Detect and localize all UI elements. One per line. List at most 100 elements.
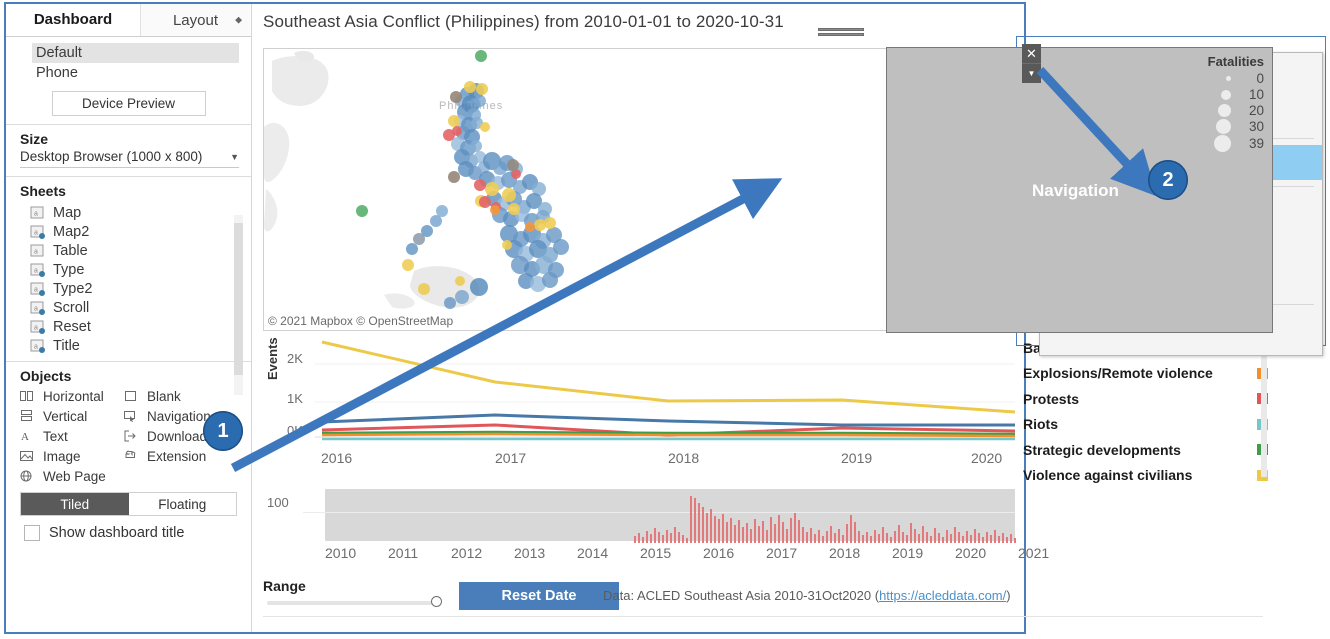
sheet-item-scroll[interactable]: a Scroll: [6, 298, 251, 317]
line-chart-xtick: 2016: [321, 450, 353, 466]
device-preview-button-label: Device Preview: [81, 96, 176, 111]
size-dot-icon: [1226, 76, 1231, 81]
object-item-text-label: Text: [43, 428, 68, 444]
fatalities-legend: Fatalities 0 10 20 30 39: [1208, 54, 1264, 153]
fatalities-legend-item[interactable]: 39: [1208, 135, 1264, 152]
legend-item-riots[interactable]: Riots: [1023, 412, 1268, 438]
sheets-scrollbar[interactable]: [234, 215, 243, 395]
worksheet-icon: a: [30, 206, 47, 220]
data-source-link[interactable]: https://acleddata.com/: [879, 588, 1006, 603]
tab-dashboard-label: Dashboard: [33, 10, 113, 28]
size-dot-icon: [1216, 119, 1231, 134]
range-chart-bars: [634, 496, 1016, 543]
svg-text:a: a: [34, 286, 38, 293]
range-chart-xtick: 2017: [766, 545, 798, 561]
range-chart-xtick: 2019: [892, 545, 924, 561]
show-dashboard-title-row[interactable]: Show dashboard title: [24, 525, 251, 541]
legend-scrollbar[interactable]: [1261, 337, 1267, 477]
line-chart-plot: [315, 340, 1015, 441]
sheets-scrollbar-thumb[interactable]: [234, 223, 243, 375]
legend-item-explosions-label: Explosions/Remote violence: [1023, 365, 1213, 382]
show-dashboard-title-checkbox[interactable]: [24, 525, 40, 541]
object-item-webpage-label: Web Page: [43, 468, 106, 484]
legend-item-strategic-developments[interactable]: Strategic developments: [1023, 437, 1268, 463]
sheet-item-map2-label: Map2: [53, 223, 90, 240]
sheet-item-type2[interactable]: a Type2: [6, 279, 251, 298]
sheets-section-title: Sheets: [20, 183, 66, 199]
fatalities-legend-item[interactable]: 30: [1208, 119, 1264, 134]
image-icon: [20, 450, 38, 462]
object-item-horizontal[interactable]: Horizontal: [20, 386, 124, 406]
svg-text:a: a: [34, 305, 38, 312]
legend-item-explosions[interactable]: Explosions/Remote violence: [1023, 361, 1268, 387]
objects-section-title: Objects: [20, 368, 72, 384]
vertical-container-icon: [20, 410, 38, 422]
object-item-vertical[interactable]: Vertical: [20, 406, 124, 426]
object-item-image[interactable]: Image: [20, 446, 124, 466]
close-icon[interactable]: ✕: [1022, 44, 1041, 63]
map-view[interactable]: Philippines: [263, 48, 888, 331]
sheet-item-type-label: Type: [53, 261, 85, 278]
fatalities-legend-item[interactable]: 20: [1208, 103, 1264, 118]
toggle-floating[interactable]: Floating: [128, 493, 236, 515]
svg-text:a: a: [34, 229, 38, 236]
size-dot-icon: [1221, 89, 1231, 100]
range-slider-knob[interactable]: [431, 596, 442, 607]
tab-dashboard[interactable]: Dashboard: [6, 4, 140, 36]
left-panel: Dashboard Layout ◆ Default Phone Device …: [6, 4, 252, 632]
sheet-item-table-label: Table: [53, 242, 88, 259]
line-chart-ytick: 1K: [287, 391, 303, 406]
drag-handle[interactable]: [818, 26, 864, 40]
device-preview-button[interactable]: Device Preview: [51, 91, 206, 116]
legend-item-protests[interactable]: Protests: [1023, 386, 1268, 412]
sheet-item-map2[interactable]: a Map2: [6, 222, 251, 241]
events-line-chart[interactable]: Events 0K 1K 2K 2016 2017 2018 2019 2020: [263, 334, 1023, 486]
map-canvas: Philippines: [264, 49, 887, 330]
chevron-down-icon[interactable]: ▼: [1022, 63, 1041, 83]
toggle-tiled-label: Tiled: [60, 496, 90, 512]
updown-spinner-icon: ◆: [235, 14, 242, 25]
legend-item-violence-against-civilians-label: Violence against civilians: [1023, 467, 1193, 484]
device-item-phone[interactable]: Phone: [6, 63, 251, 83]
dashboard-canvas: Southeast Asia Conflict (Philippines) fr…: [253, 4, 1273, 632]
range-slider-label: Range: [263, 578, 306, 594]
sheet-item-reset[interactable]: a Reset: [6, 317, 251, 336]
range-slider-track[interactable]: [267, 601, 439, 605]
fatalities-legend-item[interactable]: 0: [1208, 71, 1264, 86]
navigation-object[interactable]: Navigation Fatalities 0 10 20 30 39: [886, 47, 1273, 333]
fatalities-legend-value: 0: [1256, 71, 1264, 86]
size-dropdown[interactable]: Desktop Browser (1000 x 800) ▼: [20, 149, 239, 168]
fatalities-legend-title: Fatalities: [1207, 54, 1264, 69]
device-item-default-label: Default: [36, 45, 82, 61]
object-item-webpage[interactable]: Web Page: [20, 466, 124, 486]
line-chart-xtick: 2018: [668, 450, 700, 466]
sheet-item-title[interactable]: a Title: [6, 336, 251, 355]
object-item-text[interactable]: A Text: [20, 426, 124, 446]
fatalities-range-chart[interactable]: 100 2010 2011 2012 2013 2014 2015 2016 2…: [263, 489, 1263, 569]
toggle-tiled[interactable]: Tiled: [21, 493, 129, 515]
tab-layout-label: Layout: [172, 11, 219, 29]
text-icon: A: [20, 430, 38, 442]
range-chart-xtick: 2020: [955, 545, 987, 561]
tab-layout[interactable]: Layout ◆: [140, 4, 250, 36]
legend-item-violence-against-civilians[interactable]: Violence against civilians: [1023, 463, 1268, 489]
sheet-item-type[interactable]: a Type: [6, 260, 251, 279]
svg-text:a: a: [34, 248, 38, 255]
data-source-suffix: ): [1006, 588, 1011, 603]
sheet-item-table[interactable]: a Table: [6, 241, 251, 260]
device-item-default[interactable]: Default: [32, 43, 239, 63]
step-badge-1-label: 1: [217, 419, 229, 442]
object-item-extension[interactable]: Extension: [124, 446, 228, 466]
size-dropdown-value: Desktop Browser (1000 x 800): [20, 149, 203, 164]
horizontal-container-icon: [20, 390, 38, 402]
object-item-blank[interactable]: Blank: [124, 386, 228, 406]
range-chart-xtick: 2010: [325, 545, 357, 561]
legend-item-protests-label: Protests: [1023, 390, 1080, 407]
reset-date-button[interactable]: Reset Date: [459, 582, 619, 610]
sheet-item-scroll-label: Scroll: [53, 299, 90, 316]
data-source-caption: Data: ACLED Southeast Asia 2010-31Oct202…: [603, 588, 1011, 603]
range-chart-axis: 2010 2011 2012 2013 2014 2015 2016 2017 …: [303, 545, 1063, 565]
range-chart-xtick: 2021: [1018, 545, 1050, 561]
sheet-item-map[interactable]: a Map: [6, 203, 251, 222]
fatalities-legend-item[interactable]: 10: [1208, 87, 1264, 102]
